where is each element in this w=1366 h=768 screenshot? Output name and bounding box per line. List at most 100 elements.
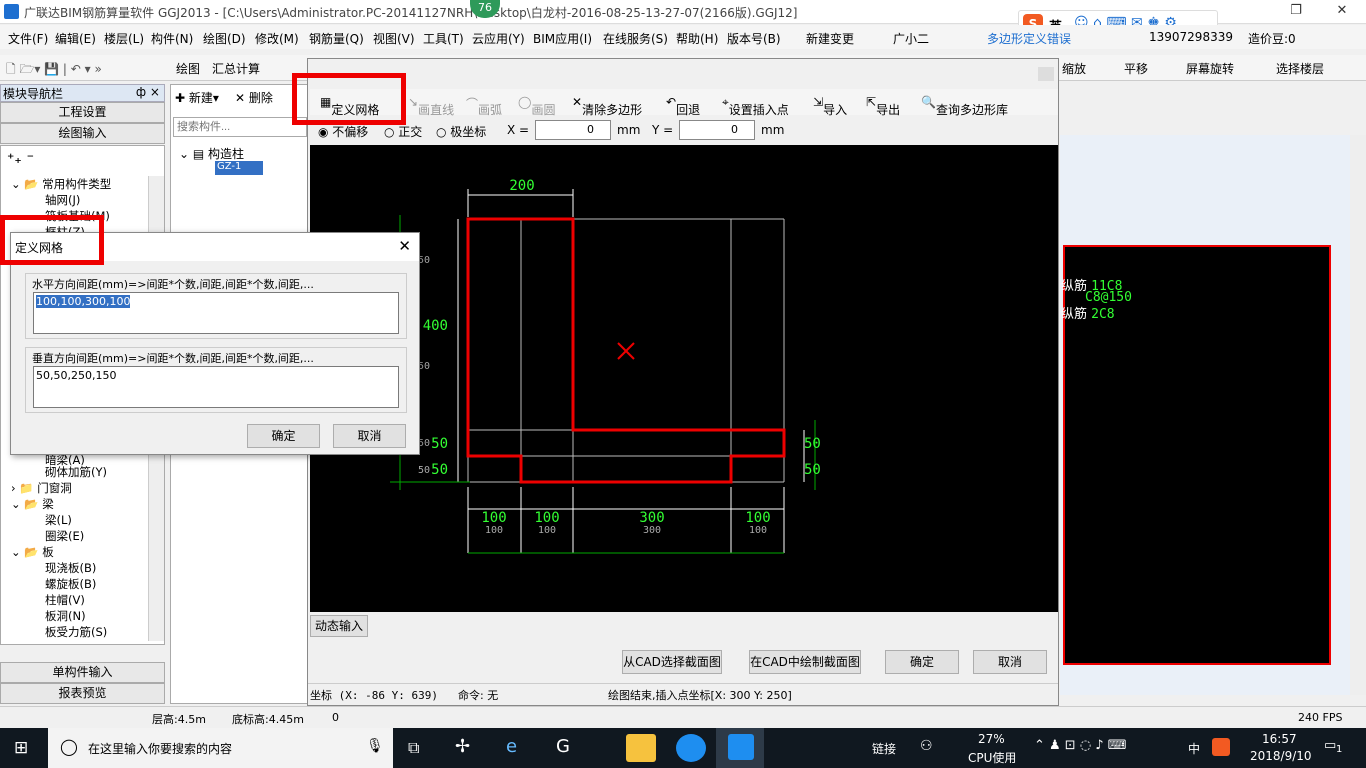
- clock-time[interactable]: 16:57: [1262, 732, 1297, 746]
- menu-bim[interactable]: BIM应用(I): [533, 30, 592, 47]
- tree-item[interactable]: 轴网(J): [45, 192, 80, 208]
- tree-item[interactable]: 板洞(N): [45, 608, 86, 624]
- beans-count[interactable]: 造价豆:0: [1248, 30, 1296, 47]
- tree-item[interactable]: 梁(L): [45, 512, 72, 528]
- option-ortho[interactable]: ○ 正交: [384, 123, 422, 140]
- tree-item[interactable]: 螺旋板(B): [45, 576, 96, 592]
- app-icon-c[interactable]: G: [556, 736, 570, 757]
- draw-input-button[interactable]: 绘图输入: [0, 123, 165, 144]
- menu-new-change[interactable]: 新建变更: [806, 30, 854, 47]
- rotate-button[interactable]: 屏幕旋转: [1186, 60, 1234, 77]
- notes-app-icon[interactable]: [626, 734, 656, 762]
- new-button[interactable]: ✚ 新建▾: [175, 89, 219, 106]
- component-gz1[interactable]: GZ-1: [215, 161, 263, 175]
- tree-item[interactable]: 板受力筋(S): [45, 624, 107, 640]
- zoom-button[interactable]: 缩放: [1062, 60, 1086, 77]
- x-input[interactable]: 0: [535, 120, 611, 140]
- option-no-offset[interactable]: ◉ 不偏移: [318, 123, 368, 140]
- delete-button[interactable]: ✕ 删除: [235, 89, 273, 106]
- single-component-button[interactable]: 单构件输入: [0, 662, 165, 683]
- ok-button[interactable]: 确定: [885, 650, 959, 674]
- menu-view[interactable]: 视图(V): [373, 30, 415, 47]
- menu-file[interactable]: 文件(F): [8, 30, 48, 47]
- notification-icon[interactable]: ▭: [1324, 738, 1336, 753]
- undo-button[interactable]: ↶ 回退: [666, 95, 700, 117]
- cancel-button[interactable]: 取消: [973, 650, 1047, 674]
- option-polar[interactable]: ○ 极坐标: [436, 123, 486, 140]
- tree-item[interactable]: ⌄ 📂 梁: [11, 496, 54, 512]
- ime-indicator[interactable]: 中: [1188, 740, 1200, 757]
- restore-icon[interactable]: ❐: [1276, 3, 1316, 21]
- windows-start-icon[interactable]: ⊞: [14, 738, 28, 758]
- menu-floor[interactable]: 楼层(L): [104, 30, 144, 47]
- tree-item[interactable]: 砌体加筋(Y): [45, 464, 107, 480]
- taskbar-search-box[interactable]: ◯ 在这里输入你要搜索的内容 🎙: [48, 728, 393, 768]
- draw-in-cad-button[interactable]: 在CAD中绘制截面图: [749, 650, 861, 674]
- glodon-app-icon[interactable]: [676, 734, 706, 762]
- tree-item[interactable]: ⌄ 📂 板: [11, 544, 54, 560]
- close-icon[interactable]: ✕: [398, 237, 411, 255]
- nav-header: 模块导航栏 ф ×: [0, 84, 165, 102]
- expand-collapse-icon[interactable]: ⁺₊ ⁻: [7, 151, 34, 167]
- taskbar-link[interactable]: 链接: [872, 740, 896, 757]
- project-settings-button[interactable]: 工程设置: [0, 102, 165, 123]
- dialog-close-icon[interactable]: [1038, 67, 1054, 81]
- y-input[interactable]: 0: [679, 120, 755, 140]
- draw-arc-button[interactable]: ⌒ 画弧: [466, 95, 502, 117]
- sum-button[interactable]: 汇总计算: [212, 60, 260, 77]
- fan-app-icon[interactable]: ✢: [455, 736, 470, 757]
- menu-online[interactable]: 在线服务(S): [603, 30, 668, 47]
- pin-icon[interactable]: ф ×: [136, 85, 160, 99]
- menu-cloud[interactable]: 云应用(Y): [472, 30, 525, 47]
- grid-cancel-button[interactable]: 取消: [333, 424, 406, 448]
- tree-item[interactable]: 现浇板(B): [45, 560, 96, 576]
- tree-item[interactable]: › 📁 门窗洞: [11, 480, 72, 496]
- draw-line-button[interactable]: ↘ 画直线: [408, 95, 454, 117]
- menu-modify[interactable]: 修改(M): [255, 30, 299, 47]
- clear-polygon-button[interactable]: ✕ 清除多边形: [572, 95, 642, 117]
- close-icon[interactable]: ✕: [1322, 3, 1362, 21]
- tree-item[interactable]: 柱帽(V): [45, 592, 85, 608]
- base-elevation: 底标高:4.45m: [232, 713, 304, 726]
- menu-guangxiaoer[interactable]: 广小二: [893, 30, 929, 47]
- horizontal-spacing-input[interactable]: 100,100,300,100: [33, 292, 399, 334]
- main-scrollbar[interactable]: [1350, 135, 1366, 695]
- draw-circle-button[interactable]: ◯ 画圆: [518, 95, 555, 117]
- menu-help[interactable]: 帮助(H): [676, 30, 718, 47]
- task-view-icon[interactable]: ⧉: [408, 738, 419, 758]
- import-button[interactable]: ⇲ 导入: [813, 95, 847, 117]
- draw-button[interactable]: 绘图: [176, 60, 200, 77]
- clock-date[interactable]: 2018/9/10: [1250, 749, 1312, 763]
- coord-readout: 坐标 (X: -86 Y: 639): [310, 689, 438, 702]
- people-icon[interactable]: ⚇: [920, 738, 933, 754]
- menu-tools[interactable]: 工具(T): [423, 30, 464, 47]
- component-search-input[interactable]: [173, 117, 307, 137]
- sogou-tray-icon[interactable]: [1212, 738, 1230, 756]
- tree-item[interactable]: ⌄ 📂 常用构件类型: [11, 176, 111, 192]
- menu-draw[interactable]: 绘图(D): [203, 30, 246, 47]
- file-tools-icon[interactable]: 🗋 🗁▾ 💾 | ↶ ▾ »: [6, 60, 102, 81]
- tree-item[interactable]: 圈梁(E): [45, 528, 84, 544]
- cad-canvas[interactable]: 200 400 50 50 50 50 50 50 50 50 100 100 …: [310, 145, 1058, 612]
- pan-button[interactable]: 平移: [1124, 60, 1148, 77]
- menu-rebar[interactable]: 钢筋量(Q): [309, 30, 364, 47]
- select-from-cad-button[interactable]: 从CAD选择截面图: [622, 650, 722, 674]
- set-insert-point-button[interactable]: ⌖ 设置插入点: [722, 95, 789, 117]
- dynamic-input-button[interactable]: 动态输入: [310, 615, 368, 637]
- query-polygon-library-button[interactable]: 🔍 查询多边形库: [921, 95, 1008, 117]
- vertical-spacing-input[interactable]: 50,50,250,150: [33, 366, 399, 408]
- grid-ok-button[interactable]: 确定: [247, 424, 320, 448]
- promo-text[interactable]: 多边形定义错误: [987, 30, 1071, 47]
- menu-component[interactable]: 构件(N): [151, 30, 193, 47]
- dim-bottom-small: 100: [485, 525, 503, 536]
- microphone-icon[interactable]: 🎙: [366, 738, 384, 754]
- edge-icon[interactable]: e: [506, 736, 517, 757]
- tree-node-gz[interactable]: ⌄ ▤ 构造柱: [179, 145, 244, 162]
- dim-left-50-b: 50: [431, 462, 448, 478]
- export-button[interactable]: ⇱ 导出: [866, 95, 900, 117]
- menu-version[interactable]: 版本号(B): [727, 30, 781, 47]
- report-preview-button[interactable]: 报表预览: [0, 683, 165, 704]
- tray-icons[interactable]: ⌃ ♟ ⊡ ◌ ♪ ⌨: [1034, 738, 1127, 753]
- select-floor-button[interactable]: 选择楼层: [1276, 60, 1324, 77]
- menu-edit[interactable]: 编辑(E): [55, 30, 96, 47]
